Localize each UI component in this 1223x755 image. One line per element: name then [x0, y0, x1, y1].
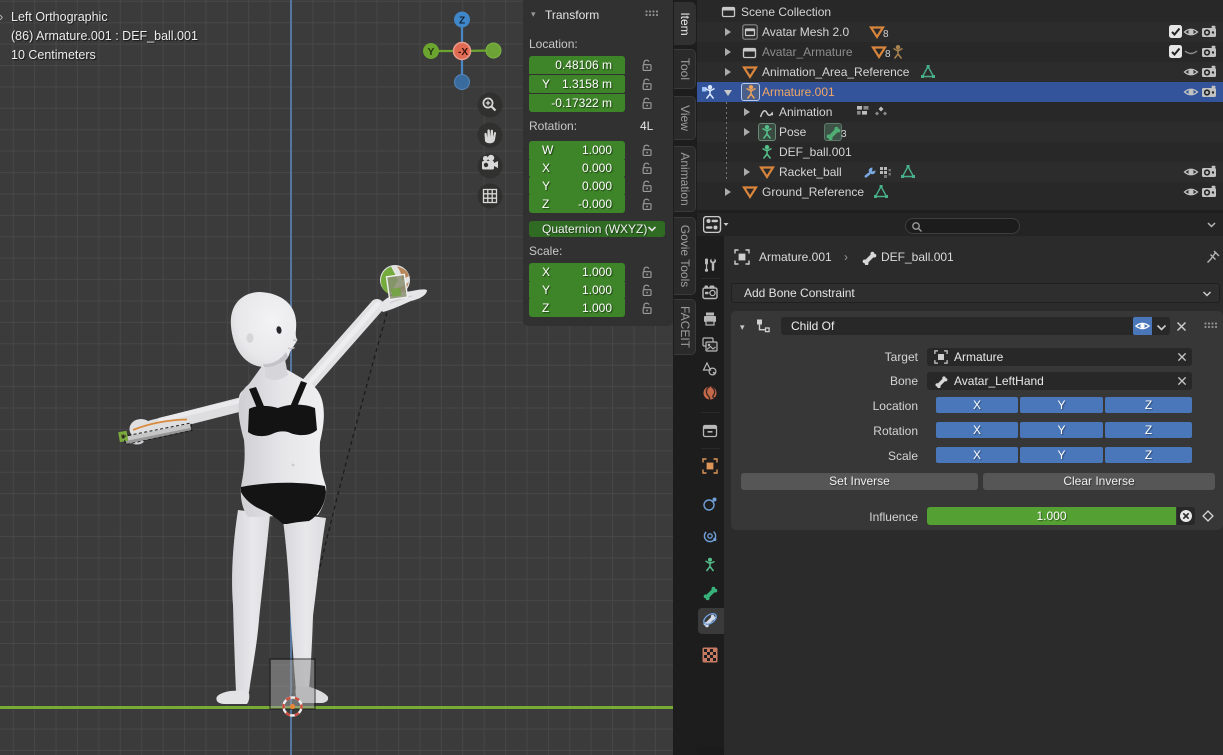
svg-text:Y: Y: [428, 47, 435, 58]
svg-text:Z: Z: [459, 16, 465, 27]
svg-text:-X: -X: [458, 47, 468, 58]
